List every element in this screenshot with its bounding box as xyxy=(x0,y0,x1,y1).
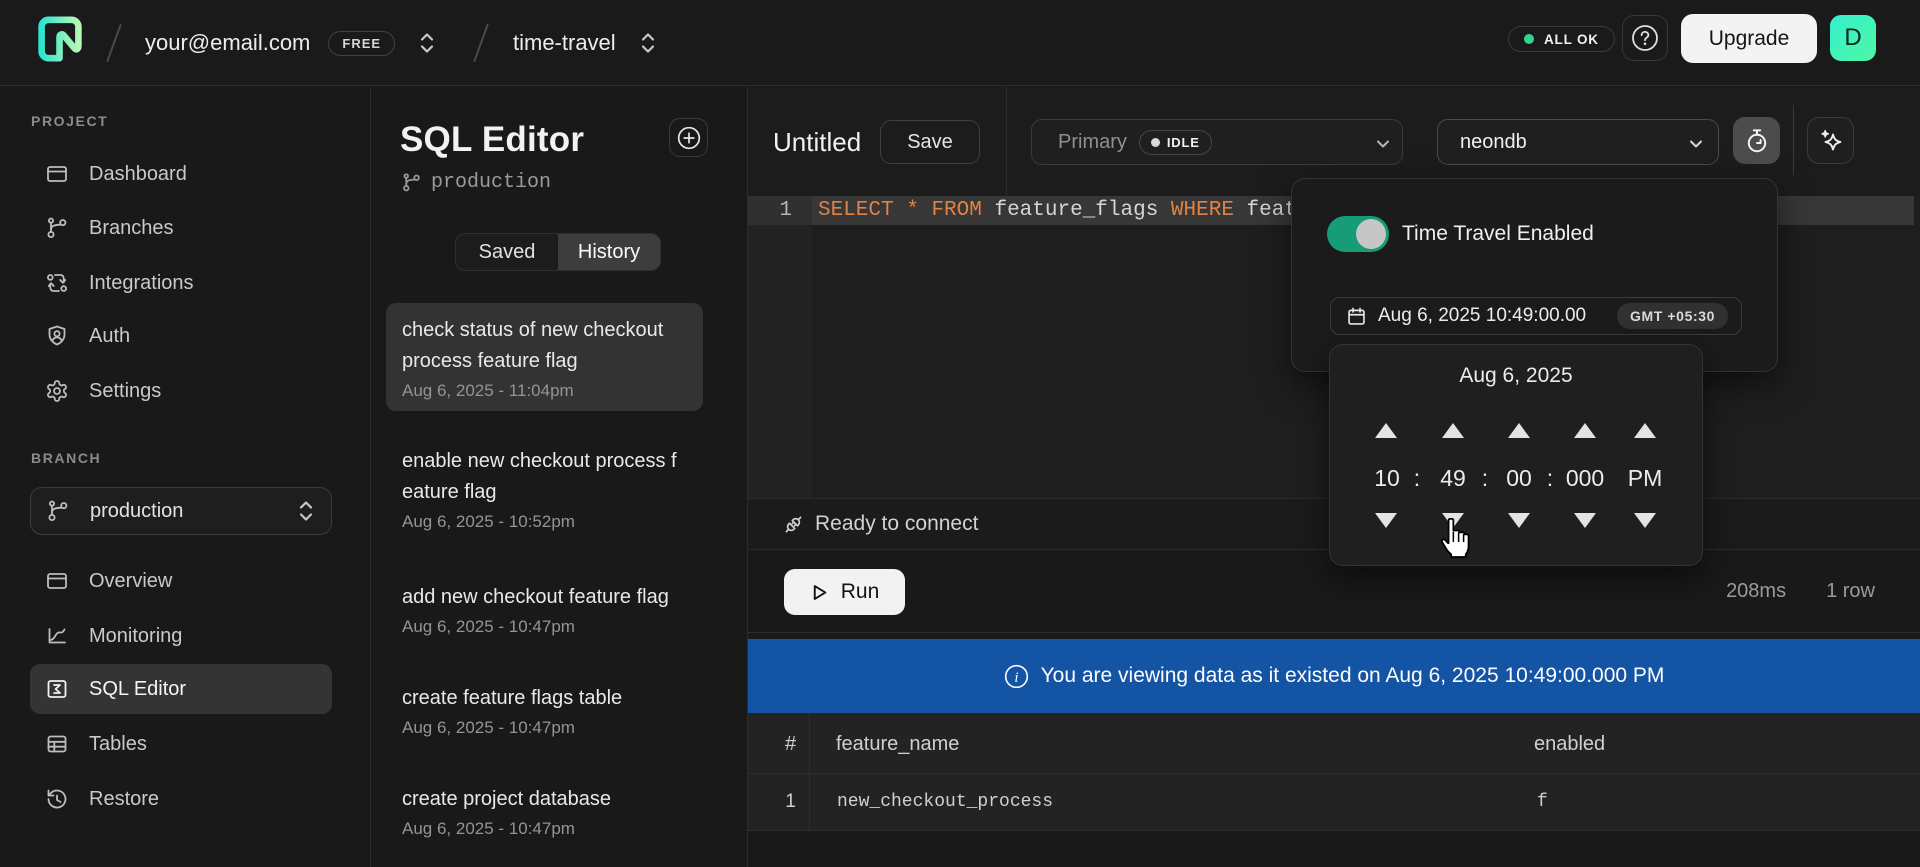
svg-text:i: i xyxy=(1014,670,1018,686)
